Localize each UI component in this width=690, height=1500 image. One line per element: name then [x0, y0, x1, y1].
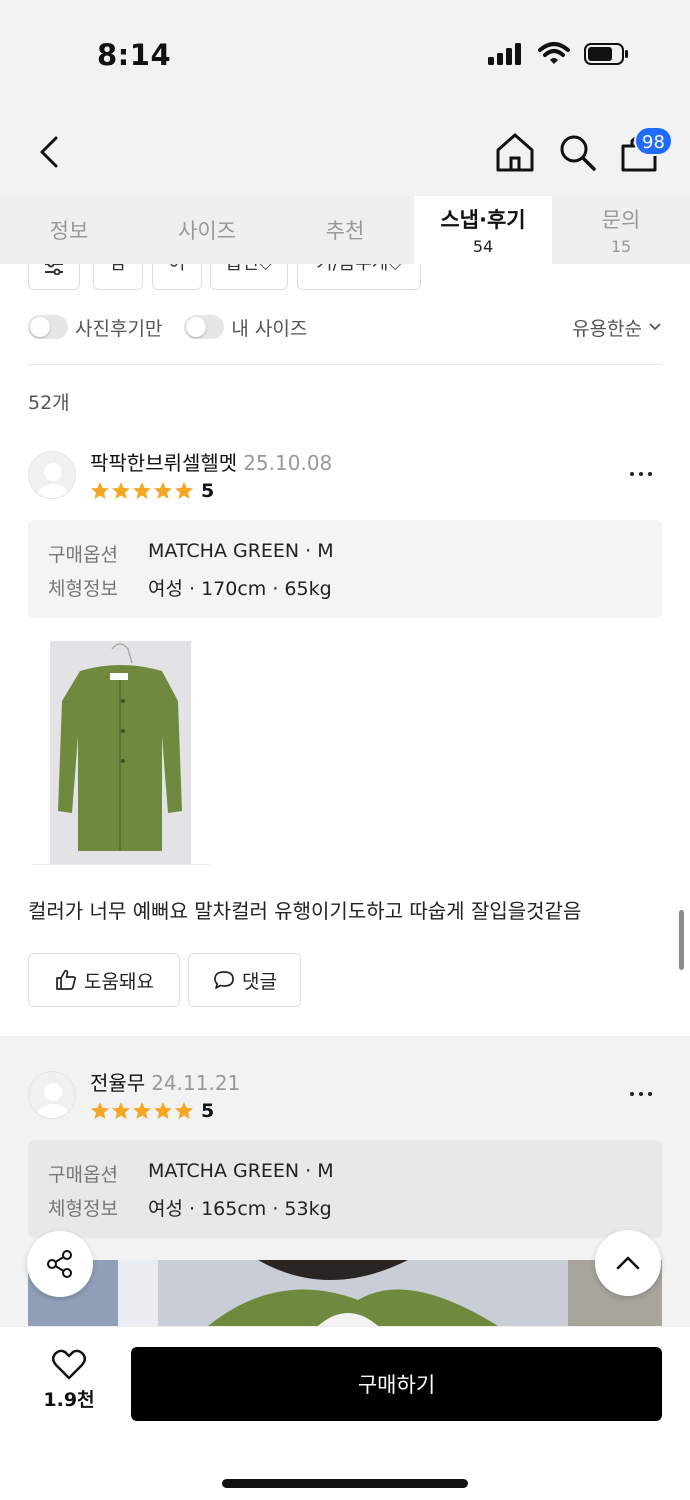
body-value: 여성 · 165cm · 53kg — [148, 1198, 332, 1220]
battery-icon — [584, 43, 628, 65]
divider — [28, 364, 662, 365]
sort-label: 유용한순 — [572, 317, 642, 340]
thumbs-up-icon — [56, 969, 76, 990]
status-bar: 8:14 — [0, 0, 690, 110]
reviewer-name: 팍팍한브뤼셀헬멧 25.10.08 — [90, 447, 332, 476]
tab-label: 문의 — [601, 208, 641, 232]
tab-count: 54 — [472, 237, 494, 256]
share-icon — [47, 1250, 72, 1278]
tab-label: 정보 — [49, 219, 89, 243]
scroll-top-button[interactable] — [595, 1230, 661, 1296]
search-icon[interactable] — [556, 130, 598, 174]
chevron-up-icon — [616, 1256, 640, 1270]
chevron-down-icon — [649, 323, 661, 331]
wifi-icon — [538, 42, 570, 64]
buy-button[interactable]: 구매하기 — [131, 1347, 662, 1421]
tab-label: 스냅·후기 — [440, 208, 526, 232]
home-icon[interactable] — [494, 130, 536, 174]
cart-badge: 98 — [634, 126, 673, 156]
reviewer-name: 전율무 24.11.21 — [90, 1067, 240, 1096]
home-indicator — [222, 1479, 468, 1488]
review-date: 24.11.21 — [151, 1071, 241, 1095]
star-icon — [112, 482, 130, 499]
status-time: 8:14 — [97, 38, 172, 72]
star-icon — [91, 482, 109, 499]
tab-label: 사이즈 — [178, 219, 236, 243]
helpful-label: 도움돼요 — [84, 970, 154, 993]
photo-only-toggle[interactable] — [28, 315, 68, 339]
rating-value: 5 — [201, 1100, 215, 1122]
star-rating: 5 — [90, 1100, 214, 1122]
my-size-label: 내 사이즈 — [231, 317, 308, 340]
filter-option-chip[interactable]: 옵션⌵ — [210, 264, 288, 290]
option-value: MATCHA GREEN · M — [148, 540, 334, 562]
review-count: 52개 — [28, 392, 70, 414]
app-bar — [0, 110, 690, 196]
star-icon — [91, 1102, 109, 1119]
reviewer-name-text: 팍팍한브뤼셀헬멧 — [90, 451, 238, 475]
toggle-row: 사진후기만 내 사이즈 유용한순 — [28, 312, 662, 342]
chip-label: 옵션 — [226, 264, 259, 275]
scrollbar[interactable] — [679, 910, 684, 970]
rating-value: 5 — [201, 480, 215, 502]
tab-recommend[interactable]: 추천 — [276, 196, 414, 264]
heart-icon — [52, 1349, 86, 1380]
bottom-bar: 1.9천 구매하기 — [0, 1326, 690, 1500]
reviewer-name-text: 전율무 — [90, 1071, 146, 1095]
star-icon — [175, 1102, 193, 1119]
option-key: 구매옵션 — [48, 1164, 118, 1186]
tab-info[interactable]: 정보 — [0, 196, 138, 264]
share-button[interactable] — [27, 1231, 93, 1297]
review-photo[interactable] — [28, 1260, 662, 1326]
tab-label: 추천 — [325, 219, 365, 243]
photo-only-label: 사진후기만 — [75, 317, 163, 340]
like-count: 1.9천 — [43, 1389, 95, 1411]
helpful-button[interactable]: 도움돼요 — [28, 953, 180, 1007]
my-size-toggle[interactable] — [184, 315, 225, 339]
tab-count: 15 — [610, 237, 632, 256]
sliders-icon — [45, 264, 63, 275]
photo-divider — [32, 864, 210, 865]
review-info-box: 구매옵션 MATCHA GREEN · M 체형정보 여성 · 170cm · … — [28, 520, 662, 618]
signal-icon — [488, 43, 521, 65]
comment-label: 댓글 — [242, 970, 277, 993]
comment-icon — [214, 971, 234, 989]
cardigan-photo — [50, 641, 191, 864]
star-rating: 5 — [90, 480, 214, 502]
like-button[interactable]: 1.9천 — [38, 1349, 100, 1425]
body-key: 체형정보 — [48, 578, 118, 600]
filter-settings-button[interactable] — [28, 264, 80, 290]
chip-label: 키/몸무게 — [316, 264, 388, 275]
sort-dropdown[interactable]: 유용한순 — [572, 314, 662, 341]
star-icon — [154, 482, 172, 499]
star-icon — [133, 1102, 151, 1119]
filter-male-chip[interactable]: 남 — [93, 264, 143, 290]
body-value: 여성 · 170cm · 65kg — [148, 578, 332, 600]
comment-button[interactable]: 댓글 — [188, 953, 301, 1007]
filter-body-chip[interactable]: 키/몸무게⌵ — [297, 264, 421, 290]
filter-female-chip[interactable]: 여 — [152, 264, 202, 290]
review-info-box: 구매옵션 MATCHA GREEN · M 체형정보 여성 · 165cm · … — [28, 1140, 662, 1238]
body-key: 체형정보 — [48, 1198, 118, 1220]
star-icon — [175, 482, 193, 499]
review-text: 컬러가 너무 예뻐요 말차컬러 유행이기도하고 따숩게 잘입을것같음 — [28, 899, 582, 923]
avatar — [28, 451, 76, 499]
star-icon — [154, 1102, 172, 1119]
tab-size[interactable]: 사이즈 — [138, 196, 276, 264]
review-photo[interactable] — [50, 641, 191, 864]
star-icon — [133, 482, 151, 499]
tab-snap-review[interactable]: 스냅·후기 54 — [414, 196, 552, 264]
option-value: MATCHA GREEN · M — [148, 1160, 334, 1182]
filter-row: 남 여 옵션⌵ 키/몸무게⌵ — [0, 264, 690, 294]
option-key: 구매옵션 — [48, 544, 118, 566]
snap-photo — [28, 1260, 662, 1326]
star-icon — [112, 1102, 130, 1119]
tab-bar: 정보 사이즈 추천 스냅·후기 54 문의 15 — [0, 196, 690, 264]
more-options-icon[interactable] — [630, 1089, 660, 1099]
tab-inquiry[interactable]: 문의 15 — [552, 196, 690, 264]
more-options-icon[interactable] — [630, 469, 660, 479]
avatar — [28, 1071, 76, 1119]
chevron-left-icon[interactable] — [32, 132, 68, 172]
review-date: 25.10.08 — [243, 451, 333, 475]
